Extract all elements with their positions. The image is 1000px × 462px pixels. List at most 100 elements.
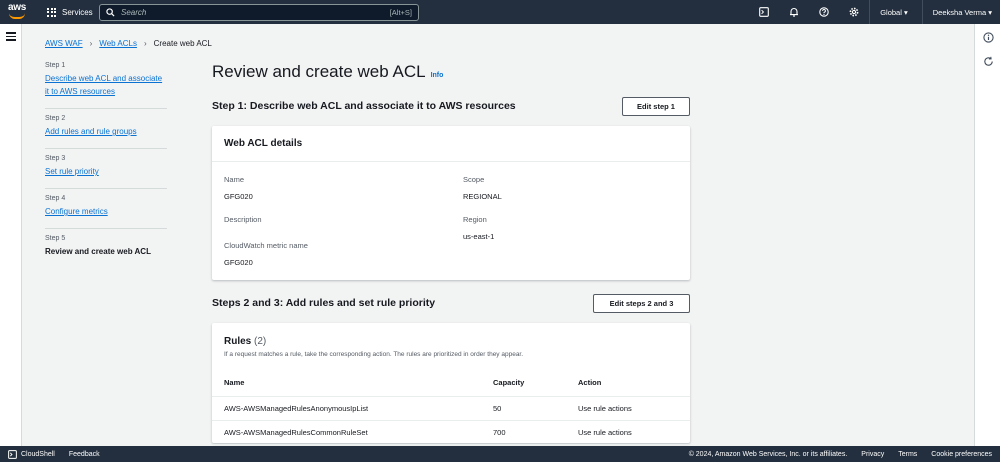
aws-logo-text: aws — [8, 2, 27, 13]
rule-name: AWS-AWSManagedRulesCommonRuleSet — [224, 428, 368, 437]
wizard-step-1: Step 1 Describe web ACL and associate it… — [45, 62, 167, 109]
step-4-link[interactable]: Configure metrics — [45, 205, 167, 218]
cloudshell-icon — [759, 7, 770, 17]
help-button[interactable] — [809, 7, 839, 17]
step-2-link[interactable]: Add rules and rule groups — [45, 125, 167, 138]
step-1-heading: Step 1: Describe web ACL and associate i… — [212, 100, 516, 112]
wizard-step-4: Step 4 Configure metrics — [45, 195, 167, 229]
metric-name-label: CloudWatch metric name — [224, 241, 308, 250]
step-1-link[interactable]: Describe web ACL and associate it to AWS… — [45, 72, 167, 98]
terms-link[interactable]: Terms — [898, 451, 917, 458]
cloudshell-link[interactable]: CloudShell — [21, 451, 55, 458]
region-selector[interactable]: Global ▾ — [880, 8, 908, 17]
chevron-down-icon: ▾ — [988, 7, 992, 17]
divider — [921, 0, 923, 24]
rule-name: AWS-AWSManagedRulesAnonymousIpList — [224, 404, 369, 413]
wizard-step-5: Step 5 Review and create web ACL — [45, 235, 167, 268]
refresh-icon[interactable] — [983, 56, 994, 67]
notifications-button[interactable] — [779, 7, 809, 17]
name-field: Name GFG020 — [224, 175, 253, 201]
search-shortcut-hint: [Alt+S] — [389, 8, 412, 17]
column-header-action: Action — [578, 378, 602, 387]
services-grid-icon — [47, 7, 56, 17]
table-row: AWS-AWSManagedRulesCommonRuleSet 700 Use… — [212, 421, 690, 445]
table-row: AWS-AWSManagedRulesAnonymousIpList 50 Us… — [212, 397, 690, 421]
breadcrumb-current: Create web ACL — [153, 39, 212, 48]
steps-2-3-heading: Steps 2 and 3: Add rules and set rule pr… — [212, 297, 436, 309]
rules-table: Name Capacity Action AWS-AWSManagedRules… — [212, 369, 690, 445]
chevron-right-icon: › — [89, 39, 93, 48]
column-header-capacity: Capacity — [493, 378, 525, 387]
wizard-step-2: Step 2 Add rules and rule groups — [45, 115, 167, 149]
breadcrumb: AWS WAF › Web ACLs › Create web ACL — [45, 39, 212, 48]
rule-capacity: 700 — [493, 428, 506, 437]
chevron-right-icon: › — [143, 39, 147, 48]
scope-label: Scope — [463, 175, 485, 184]
info-link[interactable]: Info — [431, 72, 444, 79]
footer-bar: CloudShell Feedback © 2024, Amazon Web S… — [0, 446, 1000, 462]
wizard-steps-nav: Step 1 Describe web ACL and associate it… — [45, 62, 167, 274]
user-name: Deeksha Verma — [932, 7, 987, 17]
account-menu[interactable]: Deeksha Verma ▾ — [933, 8, 992, 17]
chevron-down-icon: ▾ — [904, 7, 908, 17]
top-right-controls: Global ▾ Deeksha Verma ▾ — [749, 0, 1000, 24]
breadcrumb-web-acls[interactable]: Web ACLs — [99, 39, 137, 48]
rule-action: Use rule actions — [578, 404, 632, 413]
scope-value: REGIONAL — [463, 192, 502, 201]
cookie-preferences-link[interactable]: Cookie preferences — [931, 451, 992, 458]
gear-icon — [849, 7, 859, 17]
edit-steps-2-3-button[interactable]: Edit steps 2 and 3 — [593, 294, 690, 313]
description-label: Description — [224, 215, 262, 224]
cloudshell-icon — [8, 449, 17, 459]
copyright-text: © 2024, Amazon Web Services, Inc. or its… — [688, 450, 848, 458]
step-5-current: Review and create web ACL — [45, 247, 151, 256]
breadcrumb-aws-waf[interactable]: AWS WAF — [45, 39, 83, 48]
name-value: GFG020 — [224, 192, 253, 201]
help-icon — [819, 7, 829, 17]
step-number: Step 1 — [45, 62, 66, 69]
settings-button[interactable] — [839, 7, 869, 17]
edit-step-1-button[interactable]: Edit step 1 — [622, 97, 690, 116]
footer-right: © 2024, Amazon Web Services, Inc. or its… — [689, 451, 1000, 458]
step-3-link[interactable]: Set rule priority — [45, 165, 167, 178]
bell-icon — [790, 8, 799, 17]
info-panel-icon[interactable] — [983, 32, 994, 43]
region-field: Region us-east-1 — [463, 215, 494, 241]
rule-capacity: 50 — [493, 404, 502, 413]
scope-field: Scope REGIONAL — [463, 175, 502, 201]
search-icon — [106, 8, 115, 17]
cloudshell-button[interactable] — [749, 7, 779, 17]
rule-action: Use rule actions — [578, 428, 632, 437]
web-acl-details-card: Web ACL details Name GFG020 Description … — [212, 126, 690, 280]
page-header: Review and create web ACL Info — [212, 62, 443, 82]
aws-logo-smile — [9, 13, 25, 19]
rules-header: Rules (2) — [224, 336, 266, 347]
name-label: Name — [224, 175, 245, 184]
top-navigation-bar: aws Services [Alt+S] Global ▾ Deeksha Ve… — [0, 0, 1000, 24]
table-header-row: Name Capacity Action — [212, 369, 690, 397]
left-rail — [0, 24, 22, 446]
column-header-name: Name — [224, 378, 245, 387]
metric-name-value: GFG020 — [224, 258, 253, 267]
region-label: Region — [463, 215, 487, 224]
services-menu-button[interactable]: Services — [47, 7, 93, 17]
aws-logo[interactable]: aws — [8, 3, 30, 21]
divider — [869, 0, 871, 24]
search-box[interactable]: [Alt+S] — [99, 4, 419, 21]
step-number: Step 2 — [45, 115, 66, 122]
region-label: Global — [880, 7, 902, 17]
services-label: Services — [62, 7, 93, 17]
card-title: Web ACL details — [212, 126, 690, 162]
privacy-link[interactable]: Privacy — [861, 451, 884, 458]
rules-description: If a request matches a rule, take the co… — [224, 351, 524, 358]
step-number: Step 4 — [45, 195, 66, 202]
feedback-link[interactable]: Feedback — [69, 451, 100, 458]
footer-left: CloudShell Feedback — [8, 449, 100, 459]
region-value: us-east-1 — [463, 232, 495, 241]
description-field: Description — [224, 215, 262, 232]
search-input[interactable] — [121, 8, 390, 17]
metric-name-field: CloudWatch metric name GFG020 — [224, 241, 308, 267]
menu-icon[interactable] — [6, 32, 16, 43]
rules-count: (2) — [254, 336, 267, 347]
step-number: Step 3 — [45, 155, 66, 162]
